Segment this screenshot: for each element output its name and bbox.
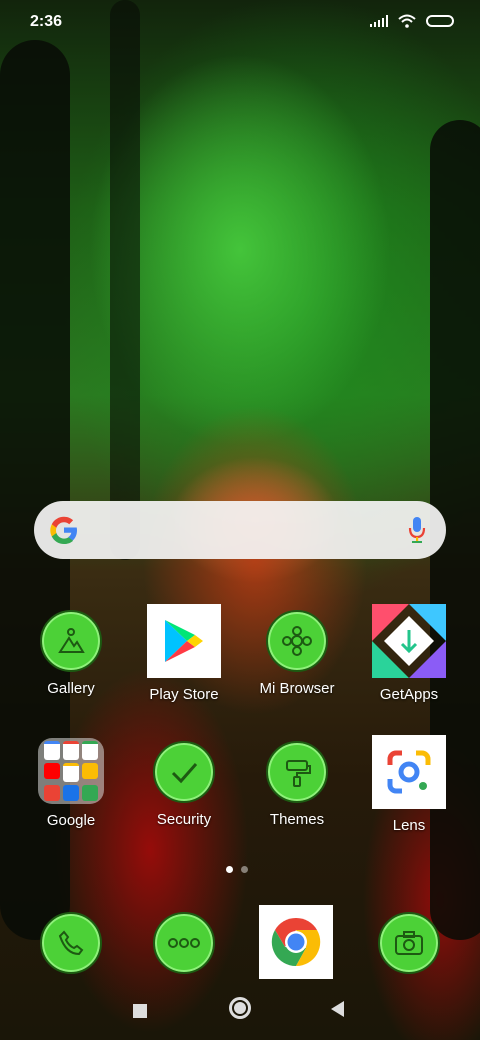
app-label: Lens: [392, 817, 426, 834]
page-indicator: [226, 866, 248, 873]
messages-icon: [153, 912, 215, 974]
google-search-bar[interactable]: [34, 501, 446, 559]
wifi-icon: [398, 14, 416, 28]
themes-icon: [266, 741, 328, 803]
page-dot-active: [226, 866, 233, 873]
dock-messages[interactable]: [134, 912, 234, 974]
app-label: Gallery: [47, 680, 95, 697]
app-security[interactable]: Security: [134, 741, 234, 828]
dock-camera[interactable]: [359, 912, 459, 974]
signal-icon: [370, 15, 388, 27]
app-lens[interactable]: Lens: [359, 735, 459, 834]
dock-phone[interactable]: [21, 912, 121, 974]
security-icon: [153, 741, 215, 803]
app-mi-browser[interactable]: Mi Browser: [247, 610, 347, 697]
google-logo-icon: [48, 514, 80, 546]
play-store-icon: [147, 604, 221, 678]
mi-browser-icon: [266, 610, 328, 672]
clock: 2:36: [30, 13, 63, 30]
recents-button[interactable]: [133, 1004, 147, 1018]
app-label: GetApps: [379, 686, 439, 703]
navigation-bar: [0, 978, 480, 1040]
google-folder-icon: [38, 738, 104, 804]
getapps-icon: [372, 604, 446, 678]
google-lens-icon: [372, 735, 446, 809]
folder-label: Google: [46, 812, 96, 829]
page-dot: [241, 866, 248, 873]
home-button[interactable]: [229, 997, 251, 1019]
app-label: Themes: [269, 811, 325, 828]
status-bar: 2:36: [0, 0, 480, 44]
app-gallery[interactable]: Gallery: [21, 610, 121, 697]
app-label: Security: [156, 811, 212, 828]
camera-icon: [378, 912, 440, 974]
app-label: Mi Browser: [259, 680, 335, 697]
app-folder-google[interactable]: Google: [21, 738, 121, 829]
mic-icon[interactable]: [408, 516, 426, 544]
app-themes[interactable]: Themes: [247, 741, 347, 828]
back-button[interactable]: [330, 1000, 346, 1018]
chrome-icon: [259, 905, 333, 979]
dock-chrome[interactable]: [246, 905, 346, 979]
phone-icon: [40, 912, 102, 974]
tree-trunk: [110, 0, 140, 560]
app-play-store[interactable]: Play Store: [134, 604, 234, 703]
battery-icon: [426, 15, 454, 27]
app-label: Play Store: [149, 686, 219, 703]
app-getapps[interactable]: GetApps: [359, 604, 459, 703]
gallery-icon: [40, 610, 102, 672]
